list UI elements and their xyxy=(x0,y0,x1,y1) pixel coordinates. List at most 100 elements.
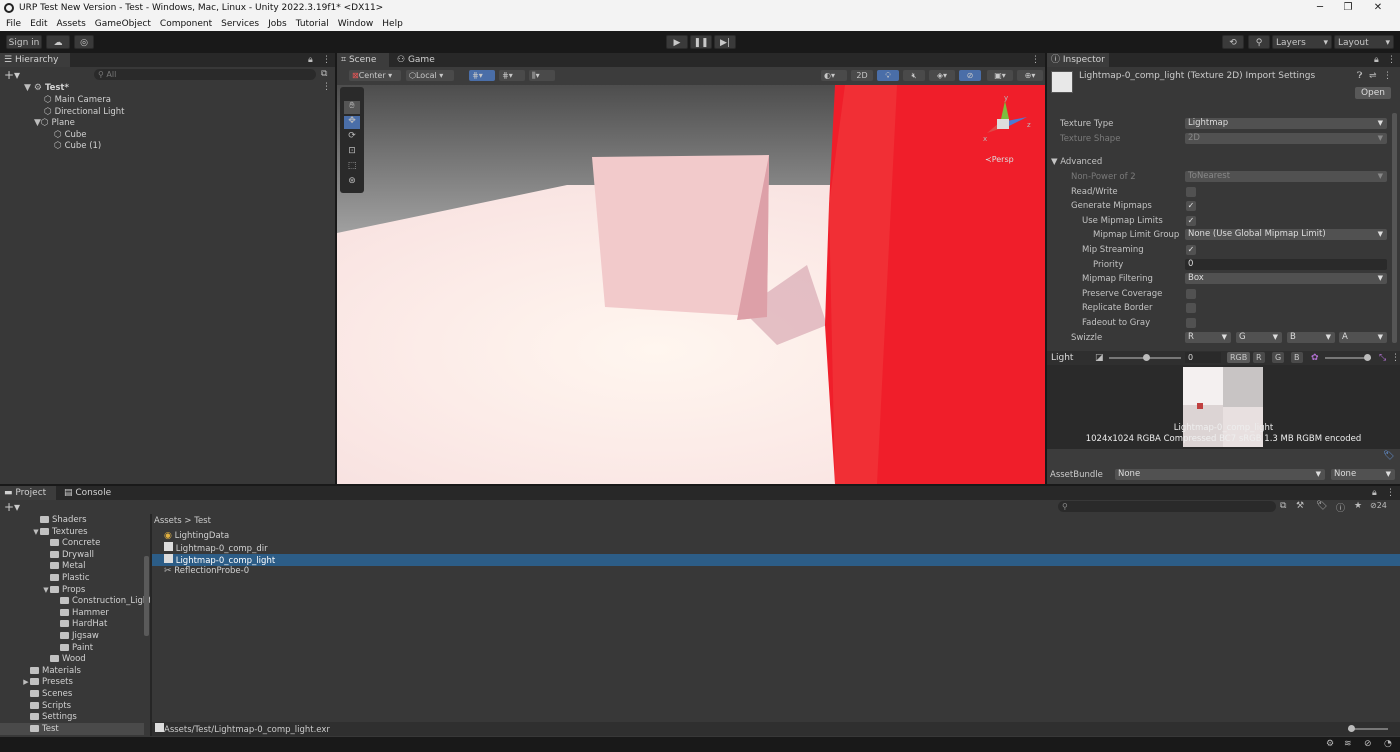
folder-tree-item[interactable]: HardHat xyxy=(52,618,107,630)
mipmap-limit-group-dropdown[interactable]: None (Use Global Mipmap Limit) ▼ xyxy=(1185,229,1387,240)
mip-slider-handle[interactable] xyxy=(1143,354,1150,361)
non-power-of-2-dropdown[interactable]: ToNearest ▼ xyxy=(1185,171,1387,182)
add-object-button[interactable]: +▾ xyxy=(4,68,20,82)
tab-hierarchy[interactable]: ☰ Hierarchy xyxy=(0,53,70,67)
preview-more-icon[interactable]: ⋮ xyxy=(1391,353,1400,363)
minimize-button[interactable]: ─ xyxy=(1306,0,1334,16)
menu-component[interactable]: Component xyxy=(160,19,212,29)
create-asset-button[interactable]: +▾ xyxy=(4,500,20,514)
more-menu-icon[interactable]: ⋮ xyxy=(1386,488,1395,498)
grid-toggle[interactable]: ⋕▾ xyxy=(469,70,495,81)
open-button[interactable]: Open xyxy=(1355,87,1391,99)
folder-tree-item[interactable]: Drywall xyxy=(42,549,94,561)
audio-toggle[interactable]: 🔇︎ xyxy=(903,70,925,81)
increment-snap-toggle[interactable]: ⫼▾ xyxy=(529,70,555,81)
menu-edit[interactable]: Edit xyxy=(30,19,47,29)
move-tool-icon[interactable]: ✥ xyxy=(344,116,360,129)
mip-streaming-checkbox[interactable]: ✓ xyxy=(1186,245,1196,255)
advanced-foldout[interactable]: ▼ Advanced xyxy=(1051,156,1102,168)
menu-gameobject[interactable]: GameObject xyxy=(95,19,151,29)
scene-more-icon[interactable]: ⋮ xyxy=(1031,55,1040,65)
assetbundle-name-dropdown[interactable]: None ▼ xyxy=(1115,469,1325,480)
search-by-type-icon[interactable]: ⧉ xyxy=(1280,501,1286,511)
more-menu-icon[interactable]: ⋮ xyxy=(322,55,331,65)
zoom-icon[interactable]: ⤡ xyxy=(1379,353,1386,363)
sign-in-button[interactable]: Sign in xyxy=(6,35,42,49)
folder-tree-item[interactable]: Hammer xyxy=(52,607,109,619)
perspective-label[interactable]: ≺Persp xyxy=(985,155,1014,164)
favorite-icon[interactable]: ★ xyxy=(1354,501,1362,511)
fadeout-to-gray-checkbox[interactable] xyxy=(1186,318,1196,328)
texture-shape-dropdown[interactable]: 2D ▼ xyxy=(1185,133,1387,144)
hidden-packages-count[interactable]: ⊘24 xyxy=(1370,501,1387,510)
folder-tree-item[interactable]: Construction_Light xyxy=(52,595,150,607)
inspector-options-icon[interactable]: ⋮ xyxy=(1383,71,1392,81)
progress-icon[interactable]: ◔ xyxy=(1384,739,1392,749)
preserve-coverage-checkbox[interactable] xyxy=(1186,289,1196,299)
folder-tree-item[interactable]: ▶ Presets xyxy=(22,676,73,688)
folder-tree-item[interactable]: Materials xyxy=(22,665,81,677)
log-icon[interactable]: ⓘ xyxy=(1336,501,1345,514)
project-search-input[interactable]: ⚲ xyxy=(1058,501,1276,512)
effects-dropdown[interactable]: ◈▾ xyxy=(929,70,955,81)
history-icon[interactable]: ⟲ xyxy=(1222,35,1244,49)
asset-item-lightingdata[interactable]: ◉ LightingData xyxy=(164,530,229,542)
more-menu-icon[interactable]: ⋮ xyxy=(1387,55,1396,65)
texture-type-dropdown[interactable]: Lightmap ▼ xyxy=(1185,118,1387,129)
layout-dropdown[interactable]: Layout ▾ xyxy=(1334,35,1394,49)
folder-tree-item[interactable]: Scripts xyxy=(22,700,71,712)
folder-tree-item[interactable]: ▼ Props xyxy=(42,584,85,596)
fold-arrow-icon[interactable]: ▶ xyxy=(22,676,30,688)
pivot-dropdown[interactable]: ⊠Center ▾ xyxy=(349,70,401,81)
fold-arrow-icon[interactable]: ▼ xyxy=(42,584,50,596)
gizmos-dropdown[interactable]: ⊕▾ xyxy=(1017,70,1043,81)
folder-tree-item[interactable]: Wood xyxy=(42,653,86,665)
folder-tree-item[interactable]: Plastic xyxy=(42,572,90,584)
channel-b-button[interactable]: B xyxy=(1291,352,1303,363)
icon-size-slider-handle[interactable] xyxy=(1348,725,1355,732)
lighting-toggle[interactable]: 💡︎ xyxy=(877,70,899,81)
tab-console[interactable]: ▤ Console xyxy=(60,486,120,500)
hierarchy-item-plane[interactable]: ▼⬡ Plane xyxy=(34,117,75,129)
menu-services[interactable]: Services xyxy=(221,19,259,29)
rotate-tool-icon[interactable]: ⟳ xyxy=(344,131,360,144)
alpha-icon[interactable]: ✿ xyxy=(1311,353,1319,363)
exposure-slider-handle[interactable] xyxy=(1364,354,1371,361)
channel-rgb-button[interactable]: RGB xyxy=(1227,352,1251,363)
rect-tool-icon[interactable]: ⬚ xyxy=(344,161,360,174)
draw-mode-dropdown[interactable]: ◐▾ xyxy=(821,70,847,81)
tab-scene[interactable]: ⌗ Scene xyxy=(337,53,389,67)
mipmap-filtering-dropdown[interactable]: Box ▼ xyxy=(1185,273,1387,284)
search-by-label-icon[interactable]: ⚒ xyxy=(1296,501,1304,511)
replicate-border-checkbox[interactable] xyxy=(1186,303,1196,313)
swizzle-b-dropdown[interactable]: B ▼ xyxy=(1287,332,1335,343)
asset-item-reflectionprobe[interactable]: ✂ ReflectionProbe-0 xyxy=(164,565,249,577)
label-tag-icon[interactable]: 🏷︎ xyxy=(1383,451,1394,461)
folder-tree-item[interactable]: Shaders xyxy=(32,514,87,526)
tab-inspector[interactable]: ⓘ Inspector xyxy=(1047,53,1109,67)
splitter[interactable] xyxy=(150,514,152,736)
tab-game[interactable]: ⚇ Game xyxy=(393,53,445,67)
folder-tree-item[interactable]: Settings xyxy=(22,711,77,723)
cache-icon[interactable]: ≋ xyxy=(1344,739,1352,749)
lock-icon[interactable]: 🔒︎ xyxy=(308,55,313,65)
tree-scrollbar[interactable] xyxy=(144,556,149,636)
maximize-button[interactable]: ❐ xyxy=(1334,0,1362,16)
channel-r-button[interactable]: R xyxy=(1253,352,1265,363)
folder-tree-item[interactable]: Scenes xyxy=(22,688,72,700)
tab-project[interactable]: ▬ Project xyxy=(0,486,56,500)
2d-toggle[interactable]: 2D xyxy=(851,70,873,81)
assetbundle-variant-dropdown[interactable]: None ▼ xyxy=(1331,469,1395,480)
hierarchy-options-icon[interactable]: ⧉ xyxy=(321,69,327,79)
swizzle-r-dropdown[interactable]: R ▼ xyxy=(1185,332,1231,343)
breadcrumb-test[interactable]: Test xyxy=(194,516,211,526)
step-button[interactable]: ▶| xyxy=(714,35,736,49)
folder-tree-item[interactable]: ▼ Textures xyxy=(32,526,87,538)
menu-file[interactable]: File xyxy=(6,19,21,29)
hierarchy-search-input[interactable]: ⚲ All xyxy=(94,69,316,80)
cloud-icon[interactable]: ☁ xyxy=(46,35,70,49)
play-button[interactable]: ▶ xyxy=(666,35,688,49)
menu-help[interactable]: Help xyxy=(382,19,403,29)
mip-value-input[interactable]: 0 xyxy=(1185,352,1221,363)
camera-dropdown[interactable]: ▣▾ xyxy=(987,70,1013,81)
